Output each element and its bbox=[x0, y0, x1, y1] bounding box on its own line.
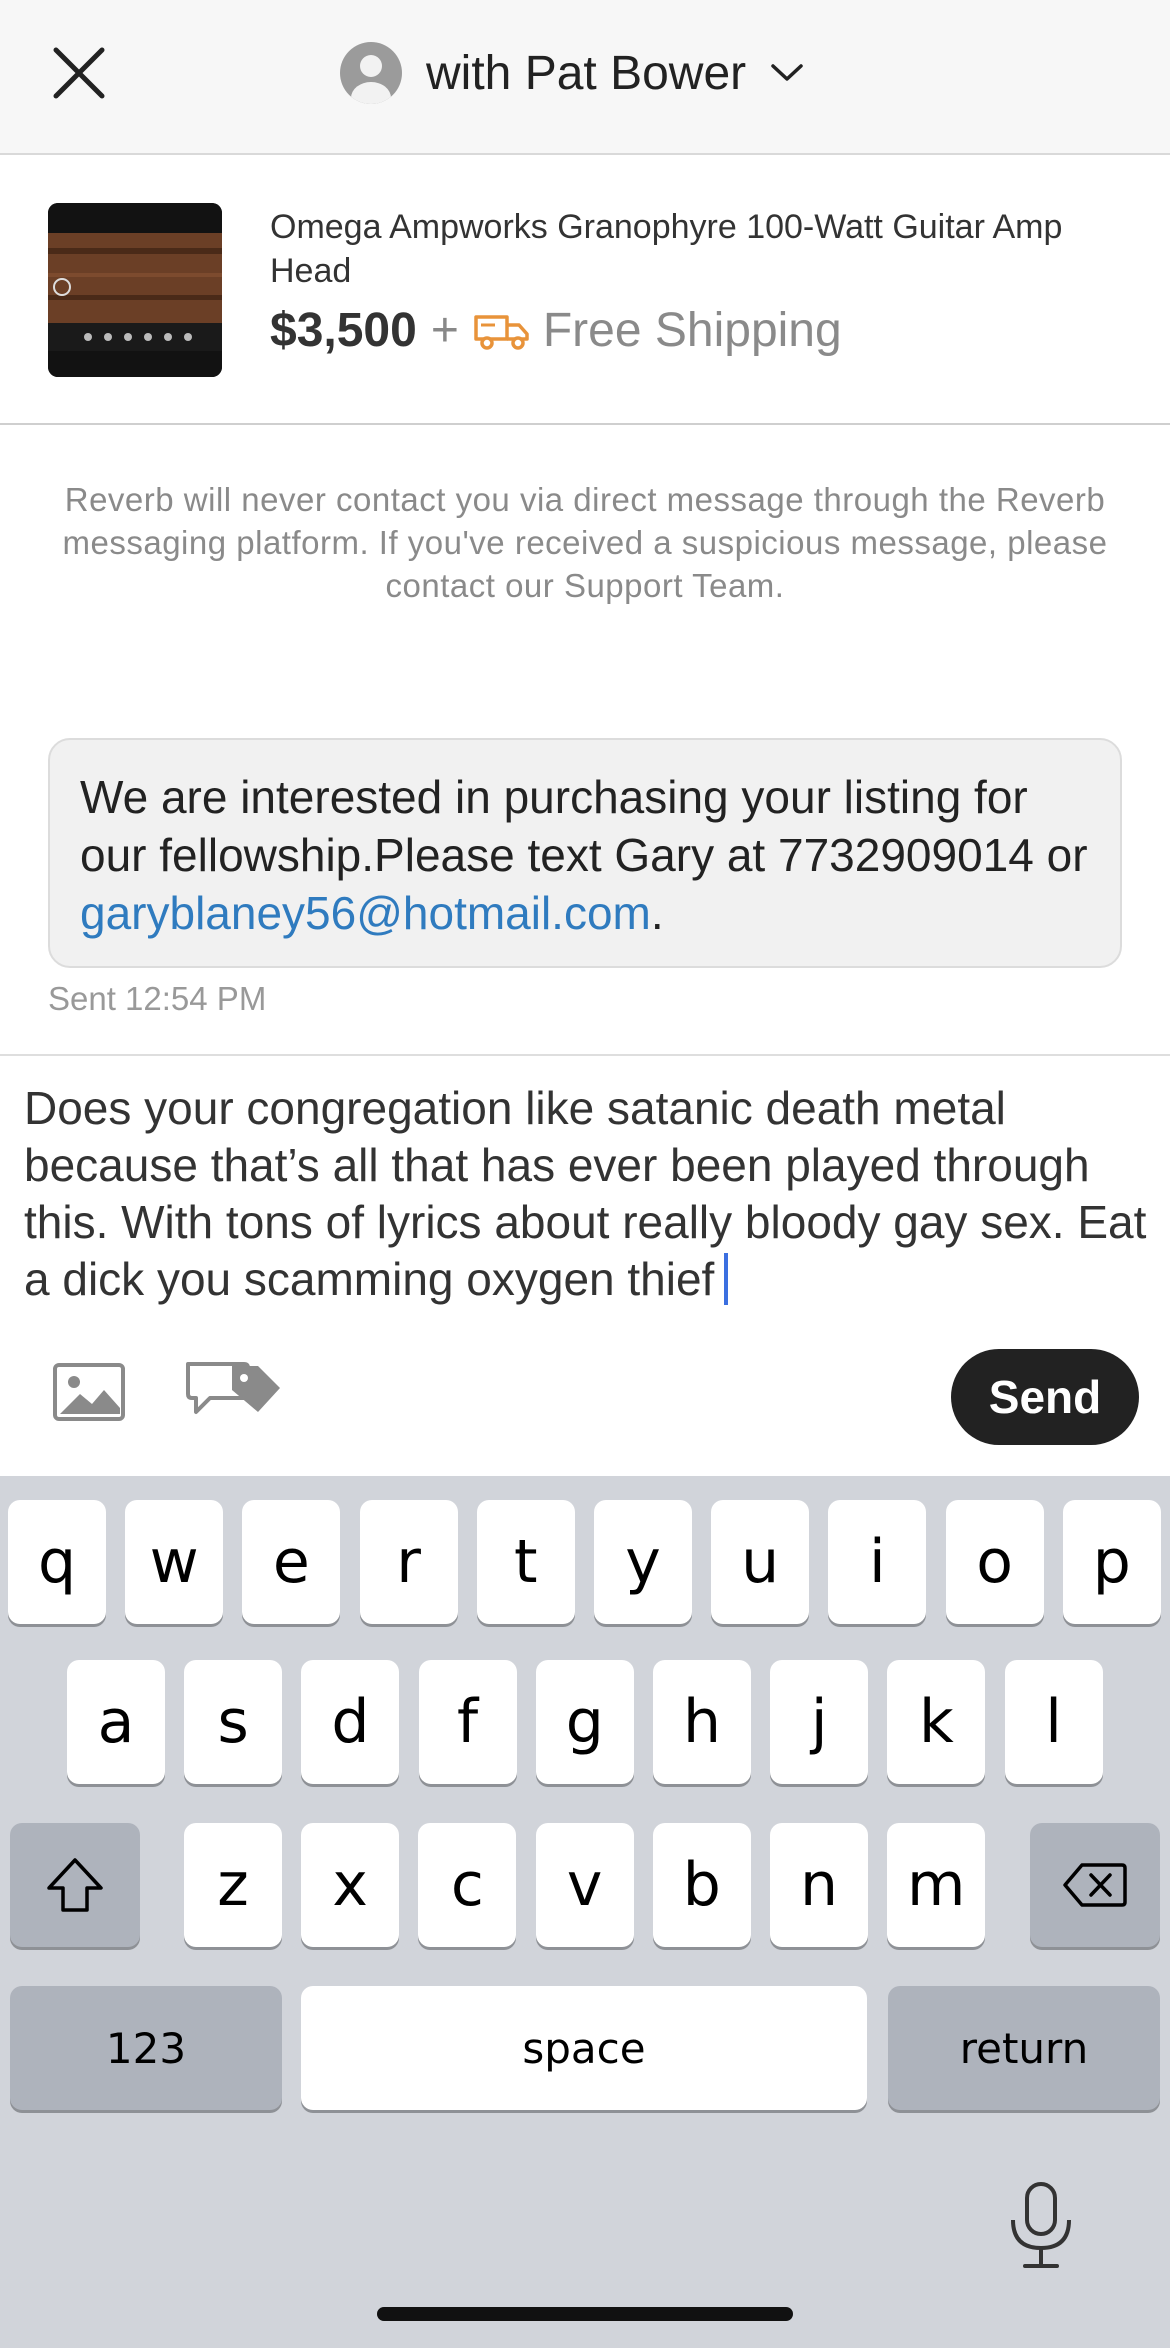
key-i[interactable]: i bbox=[828, 1500, 927, 1624]
key-l[interactable]: l bbox=[1004, 1660, 1103, 1784]
email-link[interactable]: garyblaney56@hotmail.com bbox=[80, 887, 651, 939]
message-text-end: . bbox=[650, 887, 664, 939]
key-g[interactable]: g bbox=[535, 1660, 634, 1784]
make-offer-icon[interactable] bbox=[184, 1358, 284, 1424]
listing-card[interactable]: Omega Ampworks Granophyre 100-Watt Guita… bbox=[0, 155, 1170, 425]
key-p[interactable]: p bbox=[1062, 1500, 1161, 1624]
key-y[interactable]: y bbox=[594, 1500, 692, 1624]
key-o[interactable]: o bbox=[945, 1500, 1044, 1624]
key-v[interactable]: v bbox=[535, 1823, 634, 1947]
key-m[interactable]: m bbox=[887, 1823, 986, 1947]
conversation-header: with Pat Bower bbox=[0, 0, 1170, 155]
sent-timestamp: Sent 12:54 PM bbox=[48, 980, 267, 1017]
key-x[interactable]: x bbox=[301, 1823, 400, 1947]
key-u[interactable]: u bbox=[711, 1500, 810, 1624]
composer-divider bbox=[0, 1054, 1170, 1056]
key-c[interactable]: c bbox=[418, 1823, 517, 1947]
price-row: $3,500 + Free Shipping bbox=[270, 303, 842, 358]
backspace-key[interactable] bbox=[1030, 1823, 1160, 1947]
chevron-down-icon bbox=[771, 64, 803, 81]
message-text: We are interested in purchasing your lis… bbox=[80, 768, 1090, 942]
message-bubble: We are interested in purchasing your lis… bbox=[48, 738, 1122, 968]
image-icon[interactable] bbox=[52, 1362, 126, 1422]
close-icon[interactable] bbox=[48, 42, 110, 104]
key-h[interactable]: h bbox=[653, 1660, 751, 1784]
key-d[interactable]: d bbox=[301, 1660, 400, 1784]
microphone-icon[interactable] bbox=[1005, 2180, 1077, 2272]
key-f[interactable]: f bbox=[418, 1660, 517, 1784]
contact-selector[interactable]: with Pat Bower bbox=[340, 38, 804, 108]
key-b[interactable]: b bbox=[652, 1823, 751, 1947]
key-t[interactable]: t bbox=[476, 1500, 575, 1624]
message-text-body: We are interested in purchasing your lis… bbox=[80, 771, 1088, 881]
key-s[interactable]: s bbox=[184, 1660, 283, 1784]
avatar-icon bbox=[340, 42, 402, 104]
key-k[interactable]: k bbox=[887, 1660, 986, 1784]
key-e[interactable]: e bbox=[242, 1500, 341, 1624]
draft-text: Does your congregation like satanic deat… bbox=[24, 1082, 1147, 1305]
return-key[interactable]: return bbox=[888, 1986, 1160, 2110]
text-cursor bbox=[724, 1253, 729, 1305]
space-key[interactable]: space bbox=[301, 1986, 867, 2110]
contact-name: with Pat Bower bbox=[426, 46, 747, 100]
home-indicator bbox=[377, 2307, 793, 2321]
listing-thumbnail bbox=[48, 203, 222, 377]
message-input[interactable]: Does your congregation like satanic deat… bbox=[24, 1080, 1154, 1308]
price-plus: + bbox=[430, 304, 459, 357]
key-n[interactable]: n bbox=[770, 1823, 868, 1947]
key-w[interactable]: w bbox=[125, 1500, 224, 1624]
key-j[interactable]: j bbox=[770, 1660, 869, 1784]
key-r[interactable]: r bbox=[359, 1500, 458, 1624]
key-q[interactable]: q bbox=[8, 1500, 106, 1624]
send-button[interactable]: Send bbox=[951, 1349, 1139, 1445]
truck-icon bbox=[474, 314, 529, 350]
key-z[interactable]: z bbox=[184, 1823, 282, 1947]
key-a[interactable]: a bbox=[67, 1660, 165, 1784]
listing-price: $3,500 bbox=[270, 304, 417, 357]
listing-title: Omega Ampworks Granophyre 100-Watt Guita… bbox=[270, 208, 1063, 290]
shipping-label: Free Shipping bbox=[542, 304, 842, 357]
backspace-icon bbox=[1063, 1863, 1127, 1907]
numbers-key[interactable]: 123 bbox=[10, 1986, 282, 2110]
shift-icon bbox=[47, 1858, 103, 1912]
shift-key[interactable] bbox=[10, 1823, 140, 1947]
safety-notice: Reverb will never contact you via direct… bbox=[62, 481, 1108, 604]
keyboard: qwertyuiop asdfghjkl zxcvbnm 123 space r… bbox=[0, 1476, 1170, 2348]
